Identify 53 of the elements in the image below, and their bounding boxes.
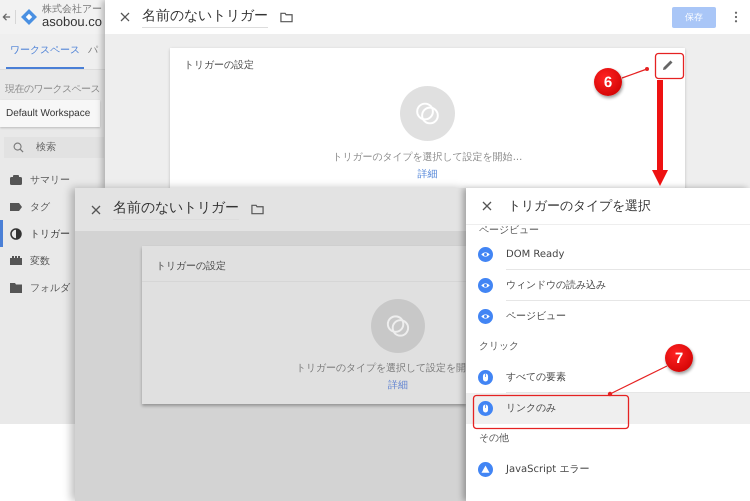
briefcase-icon — [10, 174, 22, 184]
folder-icon[interactable] — [280, 12, 293, 22]
prompt-text: トリガーのタイプを選択して設定を開始... — [332, 150, 522, 164]
trigger-type-item[interactable]: JavaScript エラー — [466, 454, 750, 485]
workspace-tab[interactable]: ワークスペース — [6, 34, 84, 69]
trigger-type-item[interactable]: ページビュー — [466, 301, 750, 332]
trigger-type-item[interactable]: ウィンドウの読み込み — [466, 270, 750, 301]
leader-line — [622, 68, 648, 79]
card-title: トリガーの設定 — [156, 261, 226, 272]
nav-item[interactable]: サマリー — [0, 166, 72, 193]
trigger-name-field[interactable]: 名前のないトリガー — [113, 199, 239, 220]
workspace-label: 現在のワークスペース — [5, 83, 100, 96]
nav-item[interactable]: フォルダ — [0, 274, 72, 301]
nav-item[interactable]: タグ — [0, 193, 72, 220]
highlight-frame — [654, 52, 684, 80]
prompt-text: トリガーのタイプを選択して設定を開 — [296, 362, 466, 375]
close-icon[interactable] — [120, 12, 130, 22]
eye-icon — [478, 247, 493, 262]
back-arrow-icon[interactable] — [2, 10, 16, 24]
account-name: asobou.co — [42, 15, 102, 30]
leader-dot — [608, 392, 612, 396]
warning-icon — [478, 462, 493, 477]
group-heading: ページビュー — [479, 225, 539, 238]
trigger-icon — [10, 228, 22, 240]
card-title: トリガーの設定 — [184, 58, 254, 72]
mouse-icon — [478, 370, 493, 385]
leader-line — [610, 365, 668, 395]
folder-icon[interactable] — [251, 204, 264, 215]
nav-item[interactable]: 変数 — [0, 247, 72, 274]
mouse-icon — [478, 401, 493, 416]
eye-icon — [478, 309, 493, 324]
search-icon — [13, 142, 24, 153]
folder-icon — [10, 282, 22, 292]
group-heading: クリック — [479, 340, 519, 354]
company-name: 株式会社アー — [42, 4, 102, 16]
tag-icon — [10, 202, 22, 210]
leader-dot — [645, 67, 649, 71]
blocks-icon — [10, 256, 22, 265]
more-options-icon[interactable] — [734, 11, 738, 23]
close-icon[interactable] — [482, 201, 492, 211]
nav-item[interactable]: トリガー — [0, 220, 72, 247]
trigger-type-item[interactable]: リンクのみ — [466, 393, 750, 424]
group-heading: その他 — [479, 432, 509, 446]
eye-icon — [478, 278, 493, 293]
trigger-name-field[interactable]: 名前のないトリガー — [142, 6, 268, 28]
workspace-selector[interactable]: Default Workspace — [0, 100, 100, 127]
search-field[interactable]: 検索 — [4, 137, 104, 158]
close-icon[interactable] — [91, 204, 101, 214]
workspace-tab[interactable]: パ — [84, 34, 102, 69]
panel-title: トリガーのタイプを選択 — [508, 198, 651, 215]
details-link[interactable]: 詳細 — [418, 167, 438, 181]
trigger-type-item[interactable]: DOM Ready — [466, 239, 750, 270]
diamond-logo-icon — [21, 9, 37, 25]
